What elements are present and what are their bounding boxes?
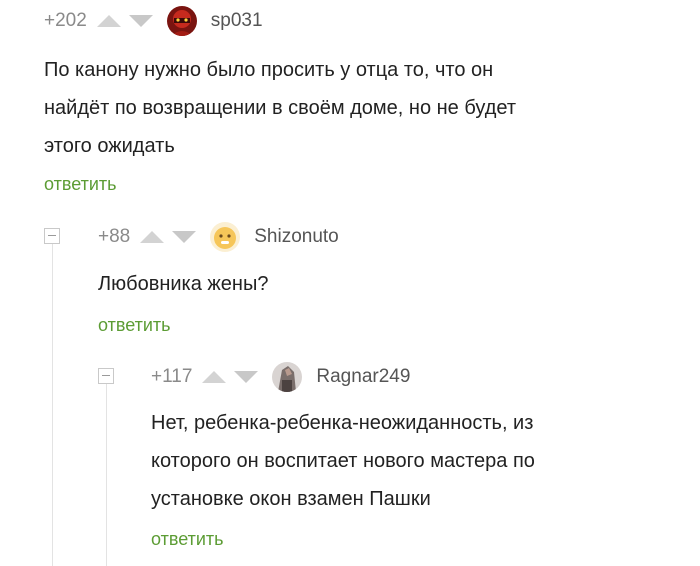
comment: +117 Ragnar249 Нет, ребенка-ребенка-неож… (0, 0, 700, 566)
collapse-button[interactable] (98, 368, 114, 384)
comment-header: +117 Ragnar249 (151, 362, 410, 392)
upvote-icon[interactable] (202, 371, 227, 383)
comment-line: которого он воспитает нового мастера по (151, 450, 535, 472)
vote-controls (202, 371, 259, 383)
avatar[interactable] (272, 362, 303, 392)
username[interactable]: Ragnar249 (316, 366, 410, 388)
rating-value: +117 (151, 366, 193, 387)
comment-line: Нет, ребенка-ребенка-неожиданность, из (151, 412, 534, 434)
downvote-icon[interactable] (234, 371, 259, 383)
comment-text: Нет, ребенка-ребенка-неожиданность, из к… (151, 404, 535, 518)
reply-link[interactable]: ответить (151, 529, 224, 550)
comment-line: установке окон взамен Пашки (151, 488, 431, 510)
grey-photo-avatar-icon (272, 362, 303, 392)
